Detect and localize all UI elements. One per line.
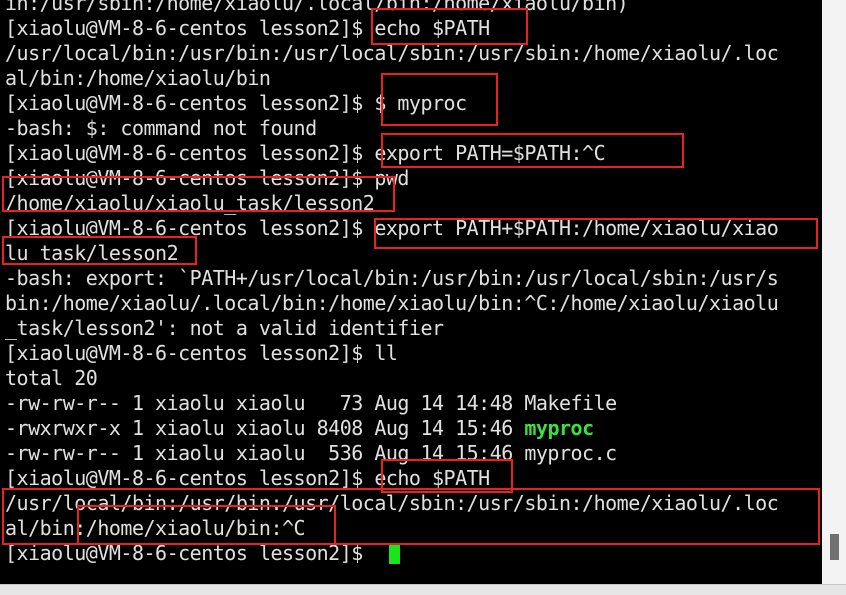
- terminal-line: [xiaolu@VM-8-6-centos lesson2]$ export P…: [5, 216, 779, 240]
- terminal-line: [xiaolu@VM-8-6-centos lesson2]$ echo $PA…: [5, 466, 490, 490]
- terminal-window[interactable]: in:/usr/sbin:/home/xiaolu/.local/bin:/ho…: [0, 0, 822, 584]
- terminal-line: in:/usr/sbin:/home/xiaolu/.local/bin:/ho…: [5, 0, 629, 15]
- terminal-line: /usr/local/bin:/usr/bin:/usr/local/sbin:…: [5, 41, 779, 65]
- terminal-line: -rw-rw-r-- 1 xiaolu xiaolu 536 Aug 14 15…: [5, 441, 617, 465]
- terminal-line: lu_task/lesson2: [5, 241, 179, 265]
- terminal-line: -rw-rw-r-- 1 xiaolu xiaolu 73 Aug 14 14:…: [5, 391, 617, 415]
- terminal-line: bin:/home/xiaolu/.local/bin:/home/xiaolu…: [5, 291, 779, 315]
- terminal-line: -bash: $: command not found: [5, 116, 317, 140]
- window-bottom-border: [0, 584, 846, 595]
- terminal-cursor: [389, 543, 400, 564]
- terminal-line: [xiaolu@VM-8-6-centos lesson2]$ $ myproc: [5, 91, 467, 115]
- terminal-line: al/bin:/home/xiaolu/bin: [5, 66, 271, 90]
- executable-file-name: myproc: [524, 416, 594, 440]
- terminal-line: -rwxrwxr-x 1 xiaolu xiaolu 8408 Aug 14 1…: [5, 416, 594, 441]
- terminal-line: [xiaolu@VM-8-6-centos lesson2]$ export P…: [5, 141, 606, 165]
- terminal-line: -bash: export: `PATH+/usr/local/bin:/usr…: [5, 266, 779, 290]
- terminal-line: al/bin:/home/xiaolu/bin:^C: [5, 516, 306, 540]
- terminal-line: _task/lesson2': not a valid identifier: [5, 316, 444, 340]
- terminal-line: total 20: [5, 366, 98, 390]
- terminal-line: [xiaolu@VM-8-6-centos lesson2]$ pwd: [5, 166, 409, 190]
- terminal-line: [xiaolu@VM-8-6-centos lesson2]$ echo $PA…: [5, 16, 490, 40]
- terminal-line-text: -rwxrwxr-x 1 xiaolu xiaolu 8408 Aug 14 1…: [5, 416, 525, 440]
- vertical-scrollbar[interactable]: [822, 0, 846, 584]
- terminal-prompt-line: [xiaolu@VM-8-6-centos lesson2]$: [5, 541, 375, 565]
- terminal-line: [xiaolu@VM-8-6-centos lesson2]$ ll: [5, 341, 398, 365]
- terminal-line: /home/xiaolu/xiaolu_task/lesson2: [5, 191, 375, 215]
- scrollbar-thumb[interactable]: [830, 534, 839, 560]
- terminal-line: /usr/local/bin:/usr/bin:/usr/local/sbin:…: [5, 491, 779, 515]
